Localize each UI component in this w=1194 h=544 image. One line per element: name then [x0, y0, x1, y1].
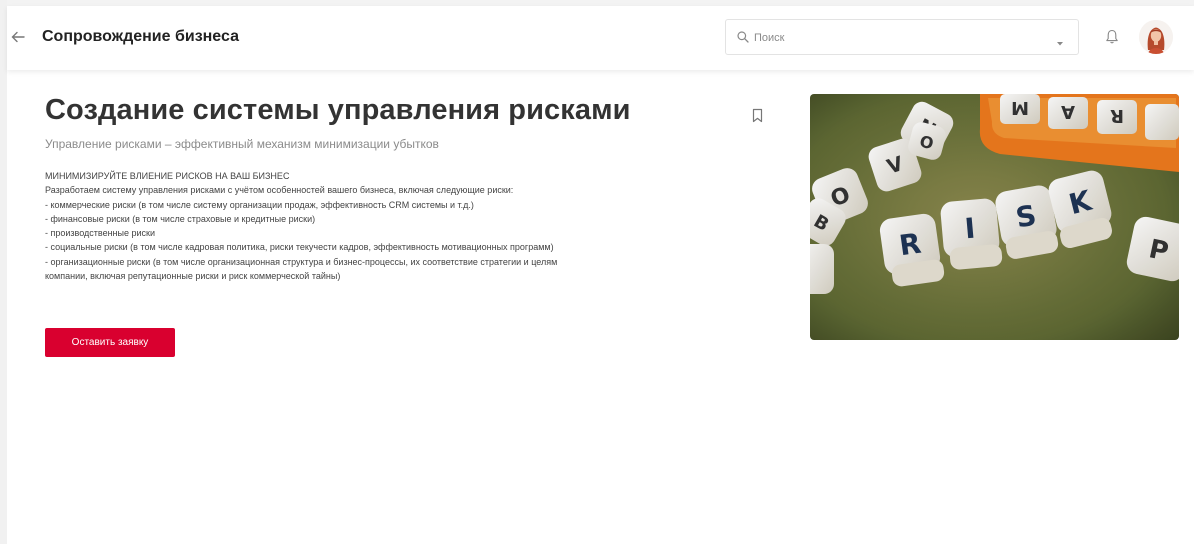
bell-icon[interactable] — [1104, 28, 1120, 46]
caret-down-icon[interactable] — [1056, 34, 1064, 46]
description-line: - производственные риски — [45, 228, 155, 239]
description-line: - коммерческие риски (в том числе систем… — [45, 199, 474, 210]
search-input[interactable] — [752, 28, 1046, 48]
search-box[interactable] — [725, 19, 1079, 55]
description-heading: МИНИМИЗИРУЙТЕ ВЛИЕНИЕ РИСКОВ НА ВАШ БИЗН… — [45, 171, 290, 181]
description-line: компании, включая репутационные риски и … — [45, 271, 341, 282]
description-line: - социальные риски (в том числе кадровая… — [45, 242, 554, 253]
hero-image: M A R N V O O B R I S K — [810, 94, 1179, 340]
back-arrow-icon[interactable] — [9, 28, 27, 46]
service-description: МИНИМИЗИРУЙТЕ ВЛИЕНИЕ РИСКОВ НА ВАШ БИЗН… — [45, 169, 750, 283]
description-line: - организационные риски (в том числе орг… — [45, 256, 558, 267]
page-title: Создание системы управления рисками — [45, 94, 631, 126]
window-left-strip — [0, 0, 7, 544]
page-subtitle: Управление рисками – эффективный механиз… — [45, 137, 439, 151]
top-app-bar: Сопровождение бизнеса — [7, 6, 1194, 70]
user-avatar[interactable] — [1139, 20, 1173, 54]
search-icon — [736, 30, 750, 44]
app-title: Сопровождение бизнеса — [42, 28, 239, 45]
submit-request-button[interactable]: Оставить заявку — [45, 328, 175, 357]
bookmark-icon[interactable] — [751, 108, 764, 123]
description-line: - финансовые риски (в том числе страховы… — [45, 213, 316, 224]
description-line: Разработаем систему управления рисками с… — [45, 185, 514, 196]
